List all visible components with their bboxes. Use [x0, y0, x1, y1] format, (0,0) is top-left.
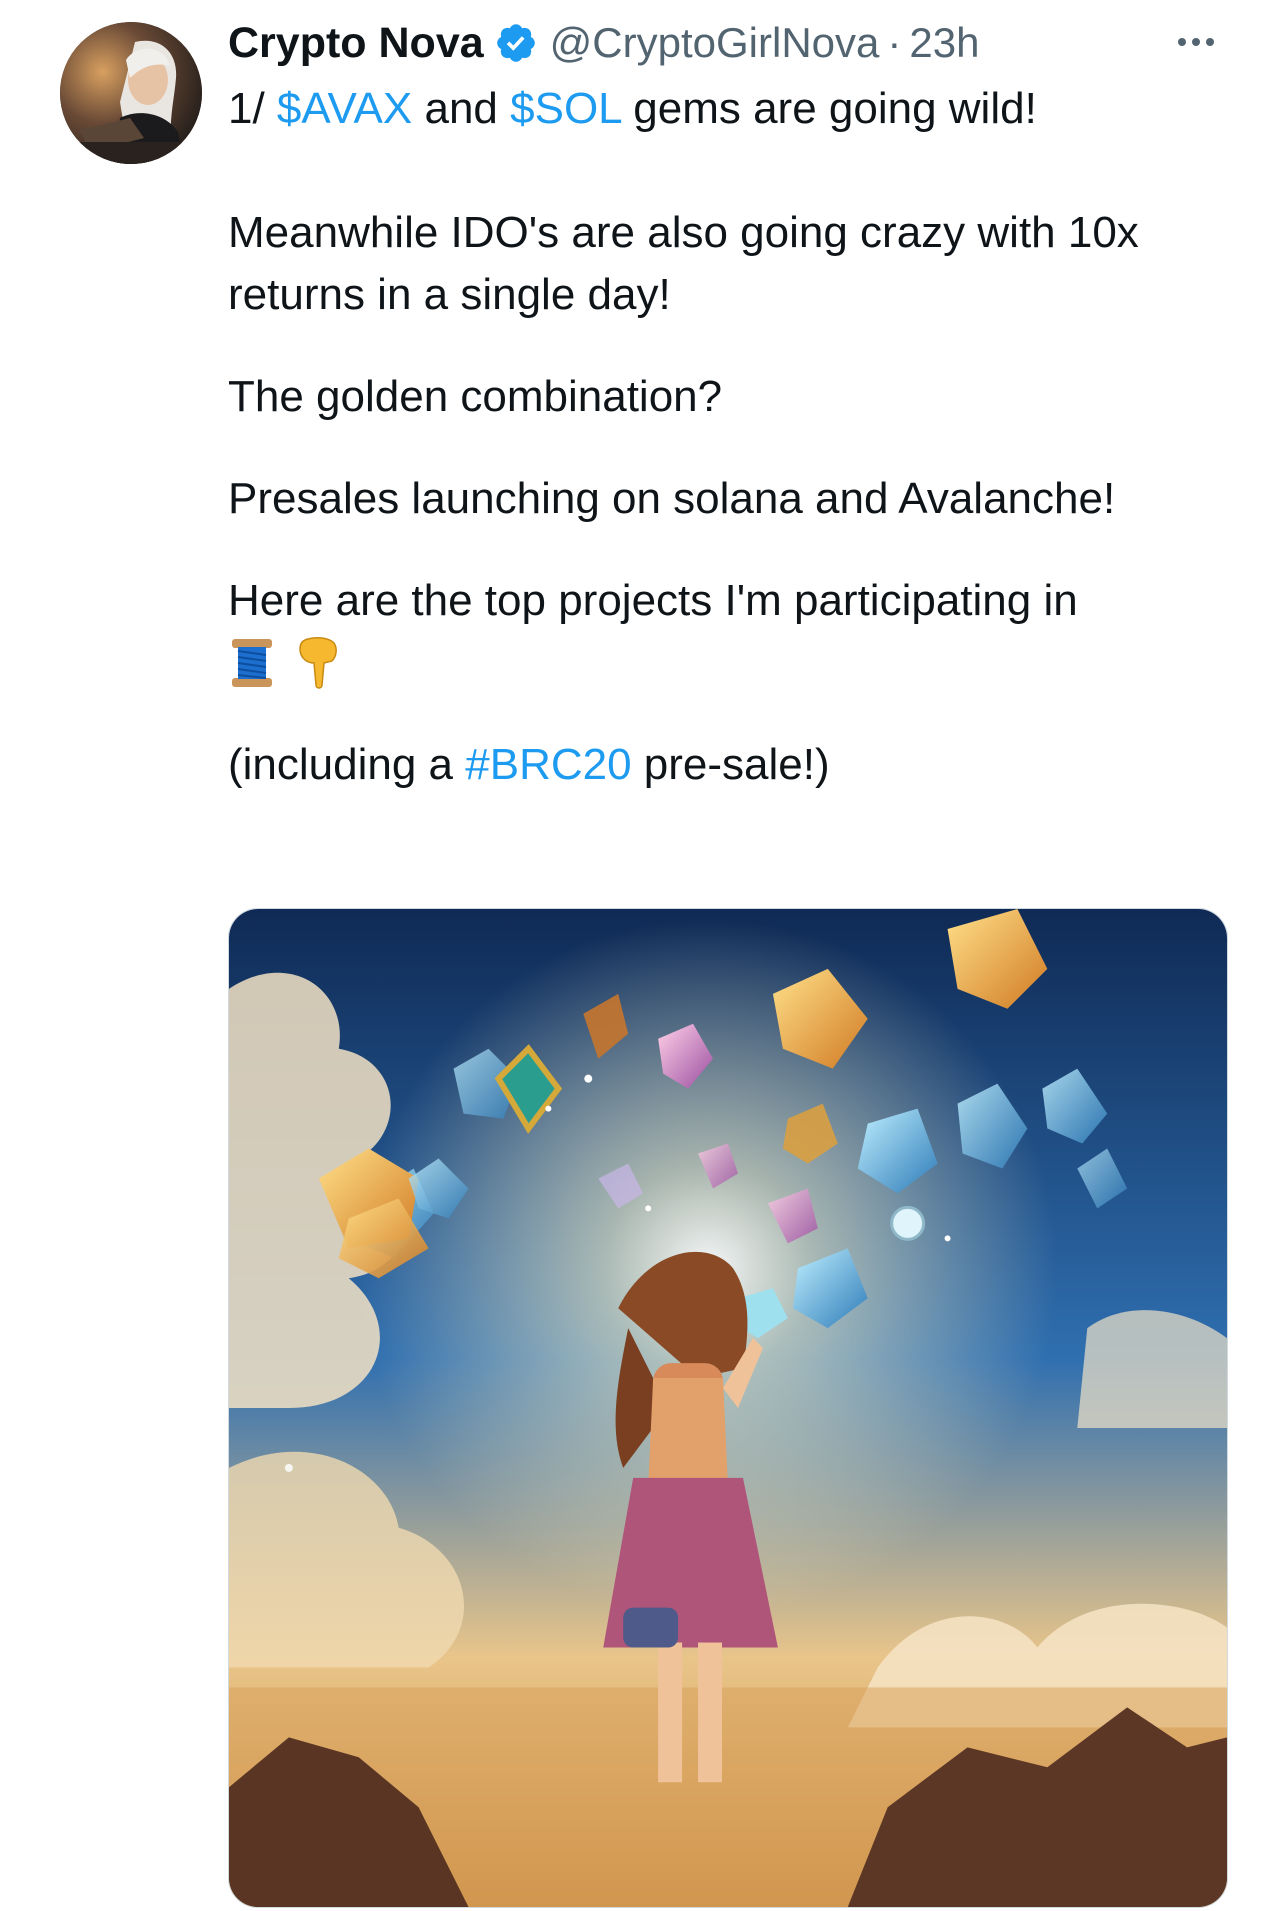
text-fragment: gems are going wild!	[621, 84, 1037, 133]
tweet-text: 1/ $AVAX and $SOL gems are going wild! M…	[228, 78, 1238, 796]
gems-illustration	[229, 909, 1227, 1907]
tweet-image[interactable]	[228, 908, 1228, 1908]
cashtag-avax[interactable]: $AVAX	[277, 84, 412, 133]
avatar-image	[60, 22, 202, 164]
tweet-paragraph-5: Here are the top projects I'm participat…	[228, 576, 1078, 625]
verified-badge-icon	[494, 21, 538, 65]
text-fragment: and	[412, 84, 511, 133]
tweet-paragraph-3: The golden combination?	[228, 372, 723, 421]
emoji-row	[228, 632, 1238, 694]
tweet-header: Crypto Nova @CryptoGirlNova · 23h	[228, 10, 979, 76]
tweet-paragraph-4: Presales launching on solana and Avalanc…	[228, 474, 1116, 523]
backhand-index-pointing-down-emoji	[299, 637, 337, 689]
avatar[interactable]	[60, 22, 202, 164]
tweet-paragraph-6: (including a #BRC20 pre-sale!)	[228, 734, 1238, 796]
hashtag-brc20[interactable]: #BRC20	[465, 740, 631, 789]
spool-of-thread-emoji	[232, 639, 272, 687]
tweet-line-1: 1/ $AVAX and $SOL gems are going wild!	[228, 78, 1238, 140]
text-fragment: 1/	[228, 84, 277, 133]
tweet-paragraph-2: Meanwhile IDO's are also going crazy wit…	[228, 208, 1139, 319]
separator-dot: ·	[887, 19, 902, 66]
text-fragment: (including a	[228, 740, 466, 789]
author-name[interactable]: Crypto Nova	[228, 19, 484, 68]
text-fragment: pre-sale!)	[631, 740, 830, 789]
tweet[interactable]: Crypto Nova @CryptoGirlNova · 23h 1/ $AV…	[0, 0, 1284, 1911]
cashtag-sol[interactable]: $SOL	[510, 84, 621, 133]
author-handle[interactable]: @CryptoGirlNova	[550, 19, 880, 67]
more-options-icon[interactable]	[1168, 22, 1224, 62]
timestamp[interactable]: 23h	[909, 19, 979, 67]
